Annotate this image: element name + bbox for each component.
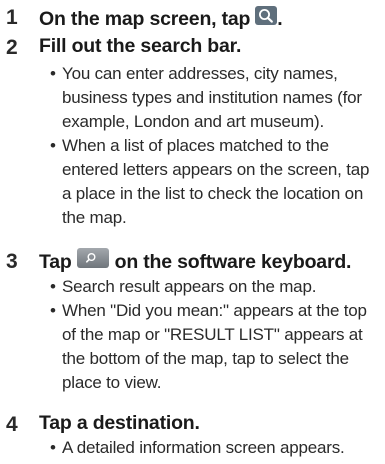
step-number: 4 bbox=[6, 413, 18, 436]
bullet-text: When a list of places matched to the ent… bbox=[62, 136, 370, 227]
keyboard-search-key-icon bbox=[76, 248, 109, 268]
step-number: 3 bbox=[6, 250, 18, 273]
step-title-text-end: . bbox=[277, 8, 283, 30]
bullet-list: • Search result appears on the map. • Wh… bbox=[50, 275, 380, 395]
search-icon bbox=[255, 6, 278, 25]
step-title: Fill out the search bar. bbox=[39, 35, 242, 57]
bullet-list: • A detailed information screen appears. bbox=[50, 436, 380, 460]
step-title-text: On the map screen, tap bbox=[39, 8, 251, 30]
bullet-dot: • bbox=[50, 136, 56, 155]
bullet-text: When "Did you mean:" appears at the top … bbox=[62, 301, 367, 392]
step-title: Tap on the software keyboard. bbox=[39, 248, 351, 273]
bullet-text: You can enter addresses, city names, bus… bbox=[62, 64, 362, 131]
step-number: 2 bbox=[6, 36, 18, 59]
step-title: On the map screen, tap. bbox=[39, 6, 283, 30]
step-title-text: Tap bbox=[39, 251, 72, 273]
bullet-item: • Search result appears on the map. bbox=[50, 275, 380, 299]
bullet-item: • When a list of places matched to the e… bbox=[50, 134, 380, 230]
bullet-dot: • bbox=[50, 438, 56, 457]
bullet-item: • When "Did you mean:" appears at the to… bbox=[50, 299, 380, 395]
bullet-text: Search result appears on the map. bbox=[62, 277, 317, 296]
bullet-dot: • bbox=[50, 277, 56, 296]
bullet-list: • You can enter addresses, city names, b… bbox=[50, 62, 380, 230]
step-title-text-end: on the software keyboard. bbox=[114, 251, 352, 273]
bullet-dot: • bbox=[50, 301, 56, 320]
bullet-item: • You can enter addresses, city names, b… bbox=[50, 62, 380, 134]
step-title: Tap a destination. bbox=[39, 412, 200, 434]
step-number: 1 bbox=[6, 6, 18, 29]
bullet-dot: • bbox=[50, 64, 56, 83]
bullet-item: • A detailed information screen appears. bbox=[50, 436, 380, 460]
bullet-text: A detailed information screen appears. bbox=[62, 438, 345, 457]
